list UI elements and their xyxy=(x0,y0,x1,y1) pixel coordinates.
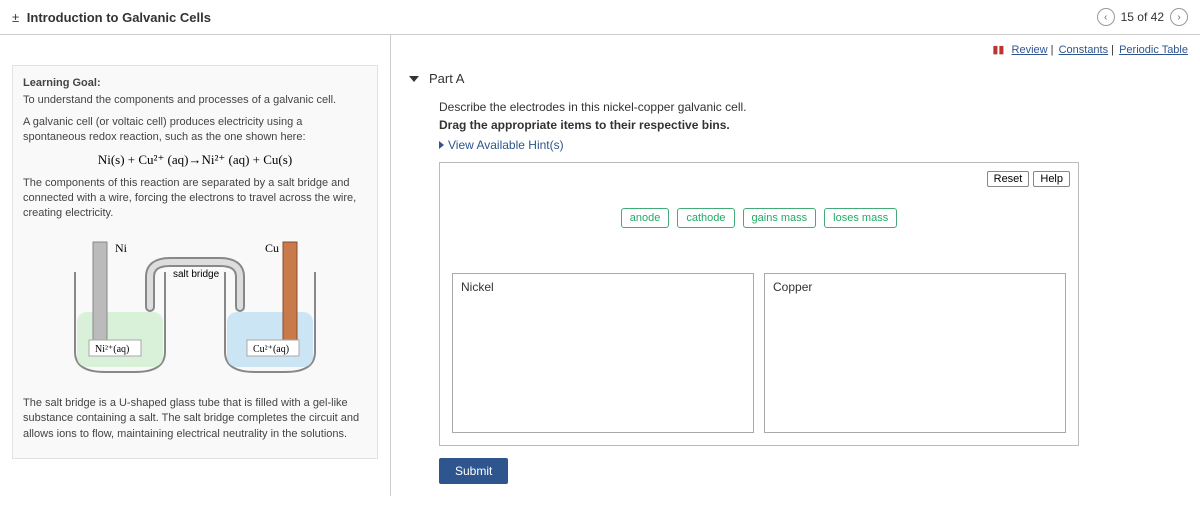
bin-copper[interactable]: Copper xyxy=(764,273,1066,433)
chip-cathode[interactable]: cathode xyxy=(677,208,734,228)
chip-anode[interactable]: anode xyxy=(621,208,670,228)
learning-goal-heading: Learning Goal: xyxy=(23,76,367,91)
reaction-equation: Ni(s) + Cu²⁺ (aq)→Ni²⁺ (aq) + Cu(s) xyxy=(23,152,367,168)
learning-goal-text: To understand the components and process… xyxy=(23,93,367,108)
collapse-toggle-icon[interactable]: ± xyxy=(12,10,19,25)
svg-text:Ni: Ni xyxy=(115,241,128,255)
prev-button[interactable]: ‹ xyxy=(1097,8,1115,26)
instruction-describe: Describe the electrodes in this nickel-c… xyxy=(439,100,1188,114)
chip-pool: anode cathode gains mass loses mass xyxy=(440,163,1078,273)
review-link[interactable]: Review xyxy=(1012,44,1048,56)
bin-nickel[interactable]: Nickel xyxy=(452,273,754,433)
galvanic-cell-diagram: Ni Cu salt bridge Ni²⁺(aq) Cu²⁺(aq) xyxy=(23,232,367,382)
sorting-workspace: Reset Help anode cathode gains mass lose… xyxy=(439,162,1079,446)
help-button[interactable]: Help xyxy=(1033,171,1070,187)
svg-text:Cu: Cu xyxy=(265,241,279,255)
constants-link[interactable]: Constants xyxy=(1059,44,1109,56)
bin-copper-label: Copper xyxy=(773,280,1057,294)
intro-paragraph: A galvanic cell (or voltaic cell) produc… xyxy=(23,115,367,146)
components-paragraph: The components of this reaction are sepa… xyxy=(23,176,367,222)
page-title: Introduction to Galvanic Cells xyxy=(27,10,211,25)
instruction-drag: Drag the appropriate items to their resp… xyxy=(439,118,1188,132)
part-a-label: Part A xyxy=(429,71,464,86)
pause-icon: ▮▮ xyxy=(992,44,1004,56)
chevron-right-icon xyxy=(439,141,444,149)
collapse-part-icon[interactable] xyxy=(409,76,419,82)
reset-button[interactable]: Reset xyxy=(987,171,1030,187)
chip-gains-mass[interactable]: gains mass xyxy=(743,208,817,228)
chip-loses-mass[interactable]: loses mass xyxy=(824,208,897,228)
next-button[interactable]: › xyxy=(1170,8,1188,26)
periodic-table-link[interactable]: Periodic Table xyxy=(1119,44,1188,56)
svg-text:Cu²⁺(aq): Cu²⁺(aq) xyxy=(253,344,289,355)
bin-nickel-label: Nickel xyxy=(461,280,745,294)
submit-button[interactable]: Submit xyxy=(439,458,508,484)
svg-text:salt bridge: salt bridge xyxy=(173,269,220,280)
svg-text:Ni²⁺(aq): Ni²⁺(aq) xyxy=(95,344,129,355)
salt-bridge-paragraph: The salt bridge is a U-shaped glass tube… xyxy=(23,396,367,442)
view-hints-link[interactable]: View Available Hint(s) xyxy=(439,138,1188,152)
progress-label: 15 of 42 xyxy=(1121,10,1164,24)
